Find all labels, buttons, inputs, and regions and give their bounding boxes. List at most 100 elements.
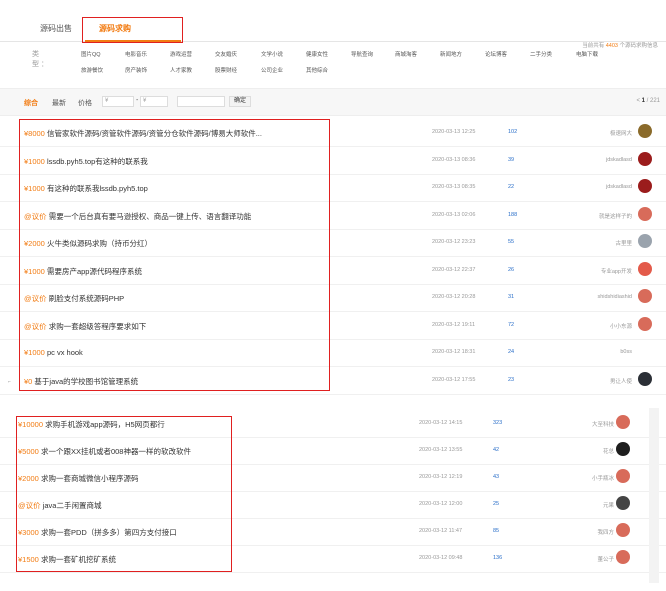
- category-item[interactable]: 旅游餐饮: [81, 66, 103, 74]
- item-views: 55: [508, 239, 515, 245]
- price-max-input[interactable]: ¥: [140, 96, 168, 107]
- item-views: 85: [493, 528, 500, 534]
- item-user[interactable]: 专业app开发: [601, 267, 632, 275]
- item-date: 2020-03-12 09:48: [419, 555, 463, 561]
- category-item[interactable]: 房产装饰: [125, 66, 147, 74]
- item-user[interactable]: jdskadlasd: [606, 184, 632, 190]
- item-date: 2020-03-13 12:25: [432, 129, 476, 135]
- item-user[interactable]: 大至科技: [592, 420, 614, 428]
- item-user[interactable]: 古里里: [615, 239, 632, 247]
- category-item[interactable]: 文学小说: [261, 50, 283, 58]
- avatar[interactable]: [638, 261, 652, 276]
- item-views: 39: [508, 156, 515, 163]
- price-extra-input[interactable]: [177, 96, 225, 107]
- avatar[interactable]: [638, 151, 652, 166]
- avatar[interactable]: [616, 523, 630, 537]
- item-views: 72: [508, 321, 515, 328]
- category-item[interactable]: 电脑下载: [576, 50, 598, 58]
- item-date: 2020-03-12 17:55: [432, 376, 476, 383]
- item-views: 31: [508, 294, 515, 300]
- category-item[interactable]: 图片QQ: [81, 50, 101, 58]
- price-separator: -: [136, 97, 139, 104]
- item-views: 102: [508, 129, 518, 135]
- item-date: 2020-03-13 02:06: [432, 211, 476, 218]
- sort-all[interactable]: 综合: [24, 98, 38, 108]
- item-user[interactable]: 我四方: [597, 528, 614, 536]
- item-user[interactable]: shidshidiashid: [597, 294, 632, 300]
- item-views: 22: [508, 184, 515, 190]
- item-views: 25: [493, 501, 500, 507]
- item-user[interactable]: 小小东源: [610, 322, 632, 330]
- highlight-box-list-2: [16, 416, 232, 572]
- item-user[interactable]: 就是这样子的: [599, 212, 632, 220]
- item-user[interactable]: b0ss: [620, 349, 632, 355]
- category-item[interactable]: 商城淘客: [395, 50, 417, 58]
- category-item[interactable]: 人才家教: [170, 66, 192, 74]
- item-date: 2020-03-13 08:36: [432, 156, 476, 163]
- scrollbar[interactable]: [649, 408, 659, 583]
- total-count-text: 当前共有 4403 个源码求购信息: [582, 43, 658, 49]
- item-date: 2020-03-12 18:31: [432, 349, 476, 355]
- category-item[interactable]: 论坛博客: [485, 50, 507, 58]
- avatar[interactable]: [616, 415, 630, 429]
- category-item[interactable]: 电影音乐: [125, 50, 147, 58]
- item-user[interactable]: 元果: [603, 501, 614, 509]
- avatar[interactable]: [616, 469, 630, 483]
- item-views: 42: [493, 447, 500, 453]
- item-user[interactable]: 董公子: [597, 555, 614, 563]
- item-date: 2020-03-13 08:35: [432, 184, 476, 190]
- item-views: 23: [508, 376, 515, 383]
- category-item[interactable]: 导航查询: [351, 50, 373, 58]
- item-date: 2020-03-12 12:19: [419, 474, 463, 480]
- listing-panel-top: 源码出售 源码求购 当前共有 4403 个源码求购信息 类 型： 图片QQ 电影音…: [0, 0, 666, 398]
- item-user[interactable]: 男让人使: [610, 377, 632, 385]
- item-date: 2020-03-12 13:55: [419, 447, 463, 453]
- category-item[interactable]: 二手分类: [530, 50, 552, 58]
- filter-bar: 综合 最新 价格 ¥ - ¥ 确定 < 1 / 221: [0, 88, 666, 116]
- category-label: 类 型：: [32, 51, 50, 68]
- pager[interactable]: < 1 / 221: [636, 98, 660, 104]
- item-date: 2020-03-12 20:28: [432, 294, 476, 300]
- avatar[interactable]: [616, 442, 630, 456]
- avatar[interactable]: [638, 316, 652, 331]
- highlight-box-list: [19, 119, 330, 391]
- category-item[interactable]: 公司企业: [261, 66, 283, 74]
- item-user[interactable]: 花总: [603, 447, 614, 455]
- item-date: 2020-03-12 19:11: [432, 321, 476, 328]
- item-views: 24: [508, 349, 515, 355]
- avatar[interactable]: [638, 179, 652, 193]
- category-item[interactable]: 游戏运营: [170, 50, 192, 58]
- confirm-button[interactable]: 确定: [229, 96, 251, 107]
- avatar[interactable]: [616, 496, 630, 510]
- avatar[interactable]: [638, 206, 652, 221]
- avatar[interactable]: [638, 234, 652, 248]
- avatar[interactable]: [638, 344, 652, 358]
- highlight-box-tab: [82, 17, 183, 43]
- sort-newest[interactable]: 最新: [52, 98, 66, 108]
- item-date: 2020-03-12 12:00: [419, 501, 463, 507]
- item-user[interactable]: jdskadlasd: [606, 157, 632, 163]
- total-count: 4403: [605, 43, 618, 49]
- item-views: 136: [493, 555, 503, 561]
- tab-sell[interactable]: 源码出售: [40, 23, 72, 34]
- avatar[interactable]: [638, 371, 652, 386]
- item-date: 2020-03-12 11:47: [419, 528, 463, 534]
- item-views: 43: [493, 474, 500, 480]
- price-min-input[interactable]: ¥: [102, 96, 134, 107]
- item-date: 2020-03-12 22:37: [432, 266, 476, 273]
- avatar[interactable]: [638, 289, 652, 303]
- item-views: 188: [508, 211, 518, 218]
- category-item[interactable]: 其他综合: [306, 66, 328, 74]
- item-user[interactable]: 极速网大: [610, 129, 632, 137]
- category-item[interactable]: 交友婚庆: [215, 50, 237, 58]
- item-date: 2020-03-12 14:15: [419, 420, 463, 426]
- avatar[interactable]: [638, 124, 652, 138]
- item-user[interactable]: 小手瓶冰: [592, 474, 614, 482]
- edge-glyph: ⌐: [8, 379, 11, 385]
- category-item[interactable]: 新闻地方: [440, 50, 462, 58]
- category-item[interactable]: 健康女性: [306, 50, 328, 58]
- listing-panel-bottom: ¥10000 求购手机游戏app源码，H5网页都行 2020-03-12 14:1…: [0, 408, 666, 591]
- category-item[interactable]: 股票财经: [215, 66, 237, 74]
- item-date: 2020-03-12 23:23: [432, 239, 476, 245]
- avatar[interactable]: [616, 550, 630, 564]
